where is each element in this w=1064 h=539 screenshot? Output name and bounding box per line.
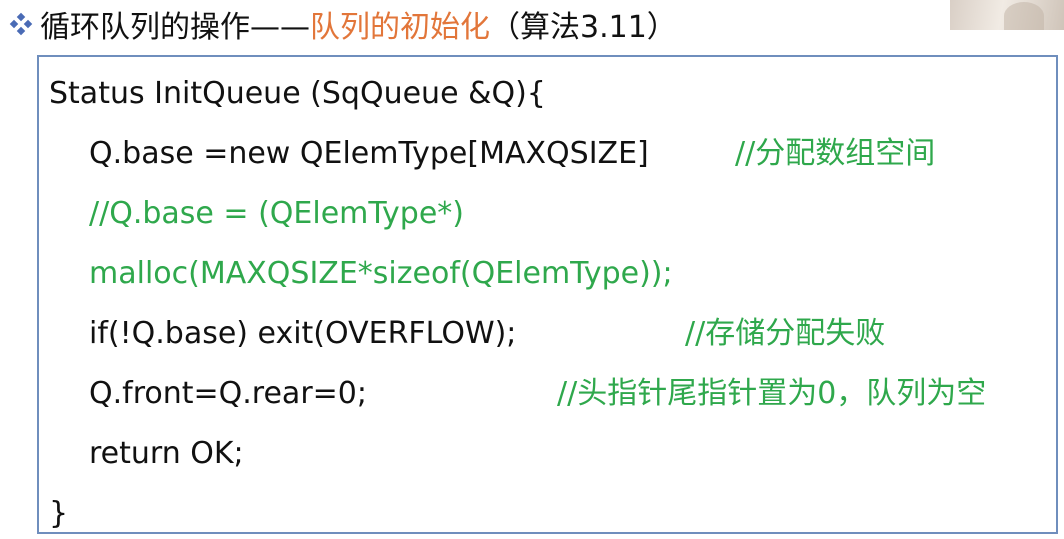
code-block: Status InitQueue (SqQueue &Q){ Q.base =n… — [37, 55, 1058, 534]
heading-suffix: （算法3.11） — [490, 10, 677, 45]
code-line-1: Status InitQueue (SqQueue &Q){ — [49, 76, 546, 111]
slide-heading: 循环队列的操作—— 队列的初始化 （算法3.11） — [8, 2, 677, 46]
diamond-bullet-icon — [9, 12, 33, 36]
heading-highlight: 队列的初始化 — [310, 10, 490, 45]
heading-prefix: 循环队列的操作—— — [40, 10, 310, 45]
code-comment-2: //分配数组空间 — [735, 136, 936, 171]
code-line-6: Q.front=Q.rear=0; — [89, 376, 367, 411]
code-line-7: return OK; — [89, 436, 244, 471]
presenter-photo — [950, 0, 1064, 30]
code-line-5: if(!Q.base) exit(OVERFLOW); — [89, 316, 517, 351]
code-line-2: Q.base =new QElemType[MAXQSIZE] — [89, 136, 649, 171]
code-comment-5: //存储分配失败 — [685, 316, 886, 351]
code-line-3: //Q.base = (QElemType*) — [89, 196, 464, 231]
code-comment-6: //头指针尾指针置为0，队列为空 — [557, 376, 987, 411]
code-line-4: malloc(MAXQSIZE*sizeof(QElemType)); — [89, 256, 673, 291]
code-line-8: } — [49, 496, 69, 531]
